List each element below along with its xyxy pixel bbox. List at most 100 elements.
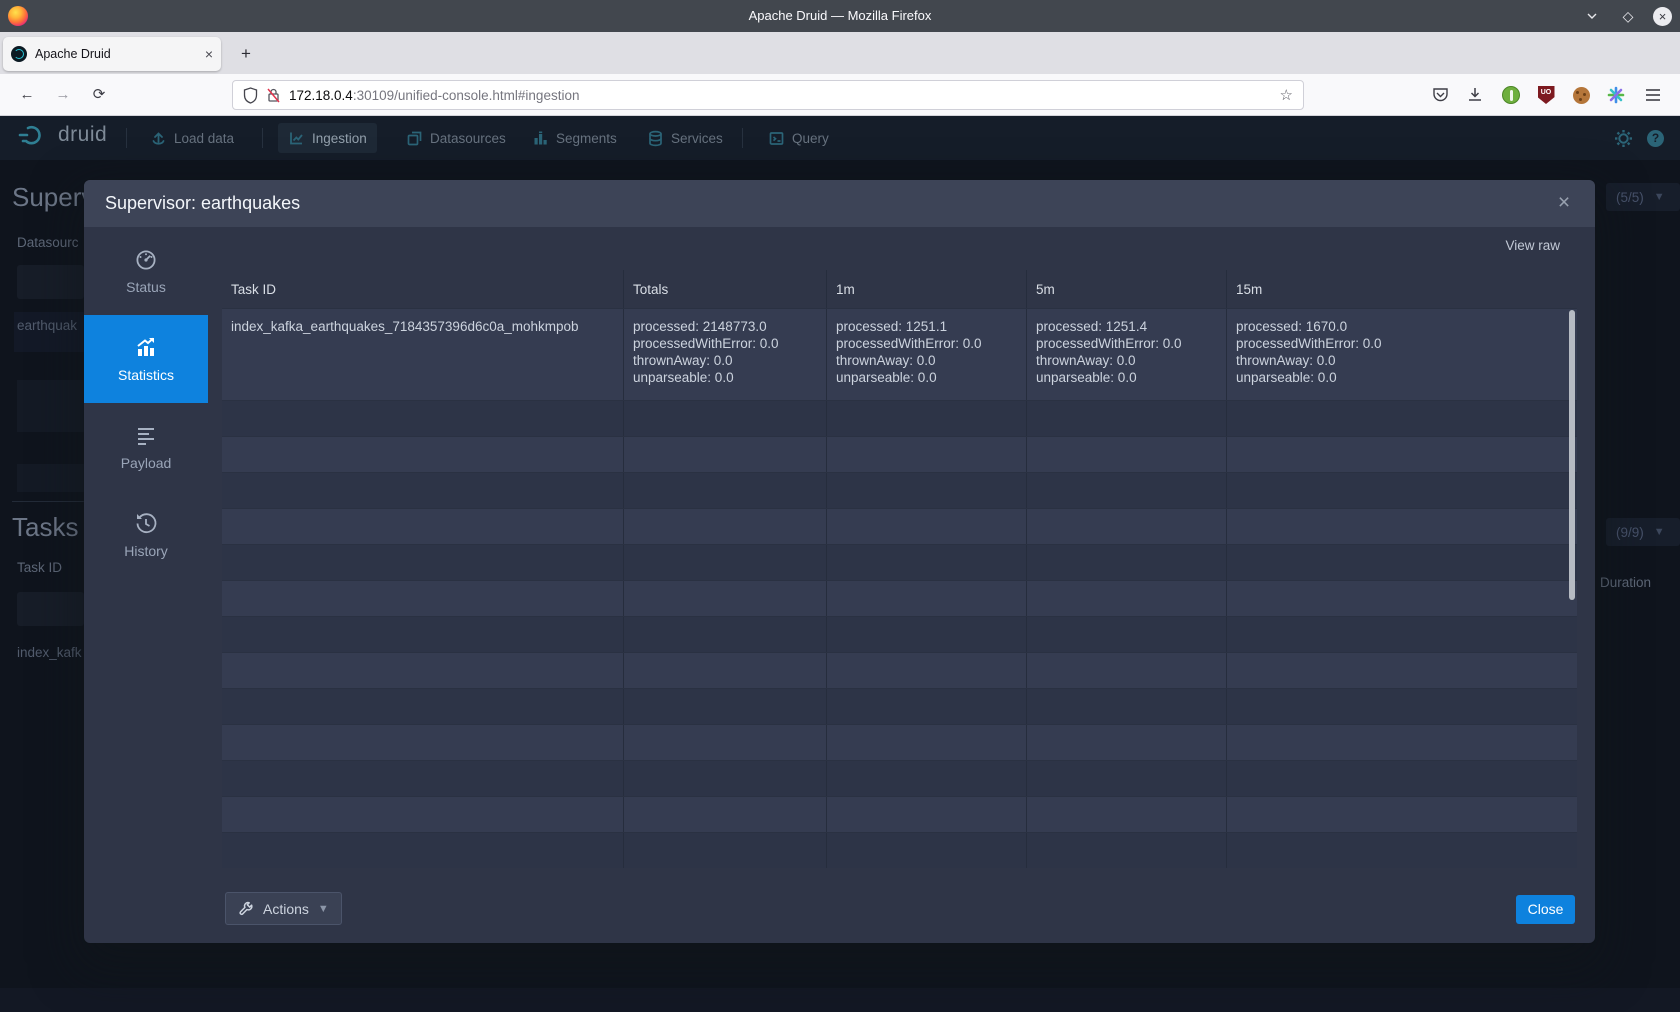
druid-navbar: druid Load data Ingestion Datasources Se… [0, 116, 1680, 160]
help-icon[interactable]: ? [1647, 130, 1664, 147]
window-close-icon[interactable]: × [1653, 7, 1672, 26]
supervisors-filter-input[interactable] [17, 265, 84, 299]
actions-button[interactable]: Actions ▼ [225, 892, 342, 925]
column-header: Task ID [222, 270, 623, 308]
task-id-cell: index_kafka_earthquakes_7184357396d6c0a_… [222, 309, 623, 400]
nav-item-query[interactable]: Query [758, 123, 839, 153]
supervisors-count: (5/5) [1616, 190, 1644, 205]
dialog-close-icon[interactable]: × [1553, 192, 1575, 214]
tab-close-icon[interactable]: × [205, 46, 213, 62]
task-row-id[interactable]: index_kafk [17, 645, 82, 660]
dashboard-icon [134, 248, 158, 272]
tab-history[interactable]: History [84, 491, 208, 579]
segments-icon [532, 130, 549, 147]
nav-divider [262, 128, 263, 148]
tracking-shield-icon[interactable] [243, 87, 258, 104]
table-empty-row [222, 580, 1577, 616]
chevron-down-icon: ▼ [1654, 191, 1665, 203]
view-raw-link[interactable]: View raw [1505, 238, 1560, 253]
tasks-column-header: Task ID [17, 560, 62, 575]
nav-item-label: Ingestion [312, 131, 367, 146]
chevron-down-icon: ▼ [1654, 526, 1665, 538]
window-minimize-icon[interactable] [1585, 9, 1603, 23]
table-scrollbar[interactable] [1569, 310, 1575, 600]
bookmark-star-icon[interactable]: ☆ [1280, 86, 1293, 104]
chevron-down-icon: ▼ [318, 903, 329, 915]
ingestion-icon [288, 130, 305, 147]
settings-gear-icon[interactable] [1614, 129, 1633, 148]
window-maximize-icon[interactable]: ◇ [1619, 8, 1637, 25]
cookie-extension-icon[interactable] [1568, 82, 1594, 108]
tasks-heading: Tasks [12, 512, 78, 543]
supervisor-row-datasource[interactable]: earthquak [17, 318, 77, 333]
tab-status[interactable]: Status [84, 227, 208, 315]
background-table-band [0, 988, 1680, 1012]
dialog-side-tabs: Status Statistics Payload History [84, 227, 208, 579]
table-empty-row [222, 436, 1577, 472]
history-icon [134, 512, 158, 536]
datasources-icon [406, 130, 423, 147]
nav-item-segments[interactable]: Segments [522, 123, 627, 153]
downloads-icon[interactable] [1462, 82, 1488, 108]
load-data-icon [150, 130, 167, 147]
query-icon [768, 130, 785, 147]
nav-item-ingestion[interactable]: Ingestion [278, 123, 377, 153]
one-minute-cell: processed: 1251.1processedWithError: 0.0… [826, 309, 1026, 400]
insecure-lock-icon[interactable] [266, 87, 281, 104]
pocket-icon[interactable] [1427, 82, 1453, 108]
table-row[interactable]: index_kafka_earthquakes_7184357396d6c0a_… [222, 308, 1577, 400]
nav-item-load-data[interactable]: Load data [140, 123, 244, 153]
supervisors-heading: Superv [12, 182, 94, 213]
tab-statistics[interactable]: Statistics [84, 315, 208, 403]
tab-label: Payload [121, 455, 172, 471]
supervisors-count-dropdown[interactable]: (5/5) ▼ [1606, 183, 1680, 211]
table-empty-row [222, 544, 1577, 580]
nav-item-label: Datasources [430, 131, 506, 146]
tasks-filter-input[interactable] [17, 592, 84, 626]
wrench-icon [238, 901, 254, 917]
url-host: 172.18.0.4 [289, 88, 353, 103]
multi-account-icon[interactable] [1603, 82, 1629, 108]
menu-icon[interactable] [1640, 82, 1666, 108]
fifteen-minute-cell: processed: 1670.0processedWithError: 0.0… [1226, 309, 1577, 400]
reload-icon[interactable]: ⟳ [86, 82, 112, 108]
tab-title: Apache Druid [35, 47, 197, 61]
table-empty-row [222, 832, 1577, 868]
window-titlebar: Apache Druid — Mozilla Firefox ◇ × [0, 0, 1680, 32]
nav-divider [742, 128, 743, 148]
url-bar[interactable]: 172.18.0.4:30109/unified-console.html#in… [232, 80, 1304, 110]
column-header: 5m [1026, 270, 1226, 308]
supervisor-dialog: Supervisor: earthquakes × Status Statist… [84, 180, 1595, 943]
table-empty-row [222, 760, 1577, 796]
column-header: 15m [1226, 270, 1577, 308]
supervisors-column-header: Datasourc [17, 235, 79, 250]
tab-label: Status [126, 279, 166, 295]
table-empty-row [222, 652, 1577, 688]
back-icon[interactable]: ← [14, 82, 40, 108]
browser-tab[interactable]: Apache Druid × [3, 37, 221, 71]
browser-toolbar: ← → ⟳ 172.18.0.4:30109/unified-console.h… [0, 74, 1680, 116]
totals-cell: processed: 2148773.0processedWithError: … [623, 309, 826, 400]
forward-icon[interactable]: → [50, 82, 76, 108]
tasks-duration-column-header: Duration [1600, 575, 1651, 590]
services-icon [647, 130, 664, 147]
chart-icon [134, 336, 158, 360]
nav-item-label: Load data [174, 131, 234, 146]
privacy-badger-icon[interactable] [1498, 82, 1524, 108]
close-button[interactable]: Close [1516, 895, 1575, 924]
table-header-row: Task ID Totals 1m 5m 15m [222, 270, 1577, 308]
table-empty-rows [222, 400, 1577, 868]
nav-item-label: Query [792, 131, 829, 146]
url-text: 172.18.0.4:30109/unified-console.html#in… [289, 88, 1272, 103]
druid-logo[interactable]: druid [18, 123, 107, 147]
tasks-count-dropdown[interactable]: (9/9) ▼ [1606, 518, 1680, 546]
tab-payload[interactable]: Payload [84, 403, 208, 491]
url-path: :30109/unified-console.html#ingestion [353, 88, 580, 103]
tab-label: History [124, 543, 168, 559]
nav-item-services[interactable]: Services [637, 123, 733, 153]
tab-label: Statistics [118, 367, 174, 383]
new-tab-button[interactable]: + [233, 41, 259, 67]
nav-item-datasources[interactable]: Datasources [396, 123, 516, 153]
statistics-table: Task ID Totals 1m 5m 15m index_kafka_ear… [222, 270, 1577, 868]
ublock-origin-icon[interactable]: UO [1533, 82, 1559, 108]
